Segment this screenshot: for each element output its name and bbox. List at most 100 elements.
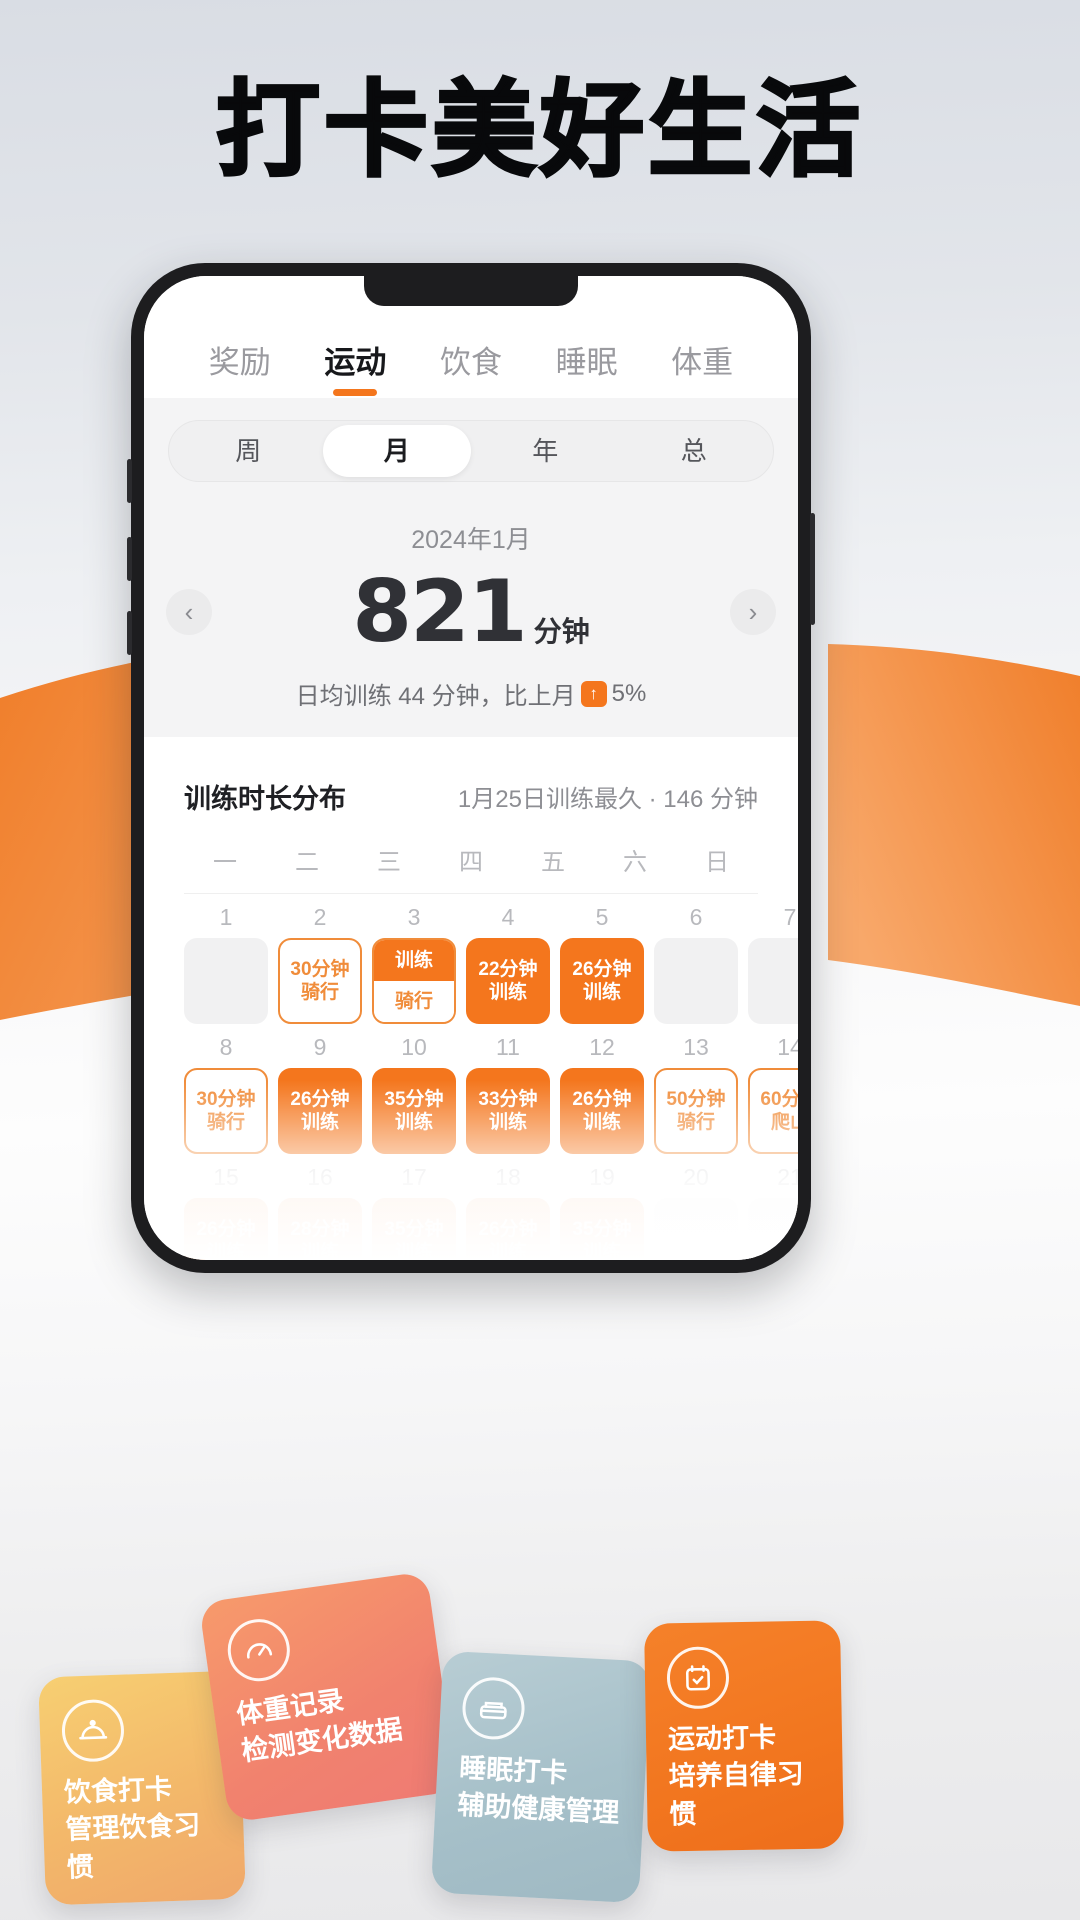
tab-sleep[interactable]: 睡眠	[529, 337, 645, 398]
segment-total[interactable]: 总	[620, 425, 769, 477]
segment-month[interactable]: 月	[322, 425, 471, 477]
calendar-day[interactable]: 19 35分钟 训练	[560, 1164, 644, 1260]
day-activity-cell[interactable]	[654, 938, 738, 1024]
day-activity-cell[interactable]: 26分钟 训练	[466, 1198, 550, 1260]
day-activity-cell[interactable]	[654, 1198, 738, 1260]
day-number: 20	[683, 1164, 709, 1190]
calendar-day[interactable]: 7	[748, 904, 798, 1024]
tab-rewards[interactable]: 奖励	[182, 337, 298, 398]
summary-panel: 周 月 年 总 2024年1月 ‹ 821 分钟 › 日均训练 44 分钟，比上…	[144, 398, 798, 737]
activity-line-1: 30分钟	[290, 958, 350, 980]
day-activity-cell[interactable]: 30分钟 骑行	[184, 1068, 268, 1154]
phone-mockup: 奖励 运动 饮食 睡眠 体重 周 月 年 总 2024年1月 ‹ 821 分钟 …	[127, 263, 815, 1273]
calendar-day[interactable]: 4 22分钟 训练	[466, 904, 550, 1024]
calendar-day[interactable]: 5 26分钟 训练	[560, 904, 644, 1024]
calendar-day[interactable]: 11 33分钟 训练	[466, 1034, 550, 1154]
calendar-day[interactable]: 16 28分钟 训练	[278, 1164, 362, 1260]
calendar-day[interactable]: 13 50分钟 骑行	[654, 1034, 738, 1154]
day-activity-cell[interactable]: 26分钟 训练	[560, 938, 644, 1024]
period-label: 2024年1月	[411, 526, 531, 554]
calendar-day[interactable]: 2 30分钟 骑行	[278, 904, 362, 1024]
weekday-header: 一二三四五六日	[184, 842, 758, 894]
calendar-day[interactable]: 15 26分钟 训练	[184, 1164, 268, 1260]
day-number: 13	[683, 1034, 709, 1060]
calendar-day[interactable]: 12 26分钟 训练	[560, 1034, 644, 1154]
day-number: 1	[219, 904, 233, 930]
total-minutes: 821 分钟	[212, 562, 730, 662]
day-number: 8	[219, 1034, 233, 1060]
calendar-day[interactable]: 9 26分钟 训练	[278, 1034, 362, 1154]
activity-line-1: 26分钟	[572, 958, 632, 980]
calendar-day[interactable]: 21	[748, 1164, 798, 1260]
calendar-day[interactable]: 20	[654, 1164, 738, 1260]
day-number: 3	[407, 904, 421, 930]
total-minutes-value: 821	[352, 562, 528, 662]
weekday-label: 四	[459, 849, 483, 876]
day-activity-cell[interactable]	[748, 1198, 798, 1260]
day-activity-cell[interactable]: 28分钟训练	[278, 1198, 362, 1260]
calendar-day[interactable]: 8 30分钟 骑行	[184, 1034, 268, 1154]
calendar-day[interactable]: 1	[184, 904, 268, 1024]
feature-card-row: 饮食打卡 管理饮食习惯 体重记录 检测变化数据 睡眠打卡 辅助健康管理 运动打卡…	[0, 1571, 1080, 1920]
chevron-left-icon: ‹	[184, 596, 194, 627]
next-month-button[interactable]: ›	[730, 589, 776, 635]
activity-line-1: 28分钟	[290, 1218, 350, 1240]
weekday-label: 二	[295, 849, 319, 876]
activity-line-1: 训练	[374, 940, 454, 981]
day-activity-cell[interactable]: 30分钟 骑行	[278, 938, 362, 1024]
calendar-day[interactable]: 3 训练 骑行	[372, 904, 456, 1024]
feature-subtitle: 辅助健康管理	[456, 1789, 620, 1829]
activity-line-2: 训练	[300, 1242, 339, 1260]
activity-line-1: 26分钟	[478, 1218, 538, 1240]
tab-label: 奖励	[208, 345, 271, 380]
calendar-day[interactable]: 10 35分钟 训练	[372, 1034, 456, 1154]
calendar-day[interactable]: 6	[654, 904, 738, 1024]
feature-card-sport[interactable]: 运动打卡 培养自律习惯	[644, 1620, 844, 1852]
day-activity-cell[interactable]	[748, 938, 798, 1024]
calendar-day[interactable]: 14 60分钟爬山	[748, 1034, 798, 1154]
day-number: 6	[689, 904, 703, 930]
day-activity-cell[interactable]: 26分钟 训练	[184, 1198, 268, 1260]
day-number: 9	[313, 1034, 327, 1060]
day-activity-cell[interactable]: 26分钟 训练	[278, 1068, 362, 1154]
tab-sport[interactable]: 运动	[298, 337, 414, 398]
day-activity-cell[interactable]: 26分钟 训练	[560, 1068, 644, 1154]
tab-label: 饮食	[439, 345, 502, 380]
activity-line-2: 爬山	[770, 1112, 798, 1133]
day-activity-cell[interactable]: 35分钟 训练	[560, 1198, 644, 1260]
card-header: 训练时长分布 1月25日训练最久 · 146 分钟	[184, 777, 758, 816]
prev-month-button[interactable]: ‹	[166, 589, 212, 635]
day-number: 5	[595, 904, 609, 930]
weight-icon	[223, 1615, 294, 1686]
card-title: 训练时长分布	[184, 784, 346, 814]
activity-line-1: 50分钟	[666, 1088, 726, 1110]
period-segmented-control[interactable]: 周 月 年 总	[168, 420, 774, 482]
day-activity-cell[interactable]: 35分钟 训练	[372, 1068, 456, 1154]
segment-week[interactable]: 周	[174, 425, 323, 477]
segment-year[interactable]: 年	[471, 425, 620, 477]
tab-label: 体重	[671, 345, 734, 380]
feature-card-sleep[interactable]: 睡眠打卡 辅助健康管理	[430, 1650, 652, 1904]
calendar-day[interactable]: 18 26分钟 训练	[466, 1164, 550, 1260]
tab-label: 睡眠	[555, 345, 618, 380]
day-activity-cell[interactable]: 60分钟爬山	[748, 1068, 798, 1154]
activity-line-1: 26分钟	[196, 1218, 256, 1240]
feature-card-weight[interactable]: 体重记录 检测变化数据	[198, 1571, 458, 1823]
day-activity-cell[interactable]	[184, 938, 268, 1024]
feature-title: 饮食打卡	[63, 1773, 173, 1808]
chevron-right-icon: ›	[748, 596, 758, 627]
calendar-day[interactable]: 17 35分钟 训练	[372, 1164, 456, 1260]
feature-subtitle: 培养自律习惯	[668, 1759, 804, 1829]
tab-diet[interactable]: 饮食	[413, 337, 529, 398]
day-activity-cell[interactable]: 35分钟 训练	[372, 1198, 456, 1260]
activity-line-2: 骑行	[300, 982, 339, 1003]
tab-weight[interactable]: 体重	[644, 337, 760, 398]
day-number: 21	[777, 1164, 798, 1190]
tab-label: 运动	[324, 345, 387, 380]
day-activity-cell[interactable]: 50分钟 骑行	[654, 1068, 738, 1154]
day-activity-cell[interactable]: 22分钟 训练	[466, 938, 550, 1024]
sport-icon	[666, 1646, 730, 1710]
activity-line-2: 训练	[394, 1242, 433, 1260]
day-activity-cell[interactable]: 33分钟 训练	[466, 1068, 550, 1154]
day-activity-cell[interactable]: 训练 骑行	[372, 938, 456, 1024]
